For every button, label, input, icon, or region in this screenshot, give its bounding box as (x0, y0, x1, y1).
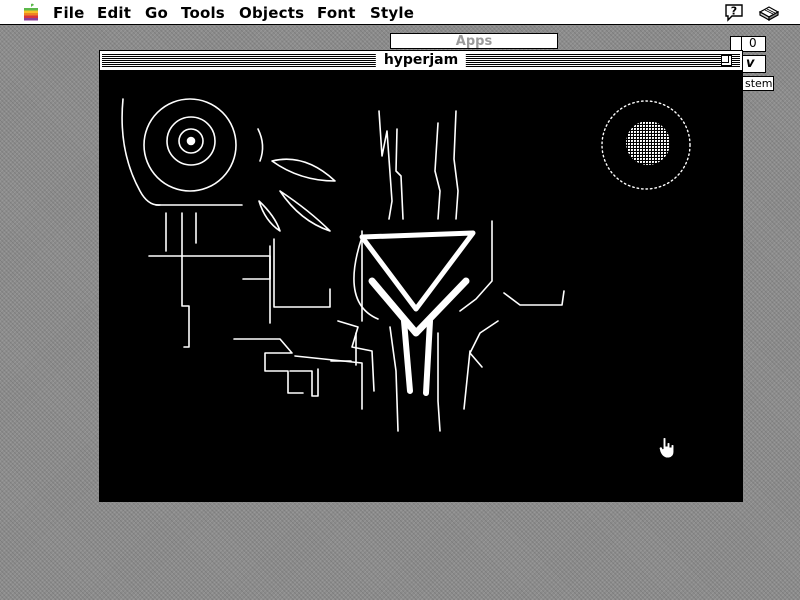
menu-file[interactable]: File (53, 4, 85, 22)
zoom-box-icon[interactable] (721, 55, 732, 66)
help-icon[interactable]: ? (724, 3, 744, 22)
background-box-value: 0 (749, 36, 757, 50)
hand-cursor-icon (658, 436, 675, 459)
window-title-bar[interactable]: hyperjam (100, 51, 742, 71)
background-window-apps[interactable]: Apps (390, 33, 558, 49)
menu-tools[interactable]: Tools (181, 4, 225, 22)
hypercard-stack-icon[interactable] (757, 3, 781, 22)
menu-edit[interactable]: Edit (97, 4, 131, 22)
apple-menu-icon[interactable] (22, 3, 40, 22)
central-totem-drawing (337, 110, 565, 432)
leaf-shapes-drawing (258, 158, 336, 232)
menu-objects[interactable]: Objects (239, 4, 304, 22)
background-window-apps-title: Apps (455, 34, 493, 49)
stippled-circle-drawing (601, 100, 691, 190)
hyperjam-window: hyperjam (99, 50, 743, 502)
checkmark-text: v (746, 56, 755, 71)
background-partial-label: stem (742, 76, 774, 91)
menu-bar: File Edit Go Tools Objects Font Style ? (0, 0, 800, 25)
concentric-circles-drawing (121, 98, 264, 206)
menu-go[interactable]: Go (145, 4, 168, 22)
svg-text:?: ? (731, 5, 737, 18)
window-title: hyperjam (375, 51, 467, 70)
menu-font[interactable]: Font (317, 4, 356, 22)
menu-style[interactable]: Style (370, 4, 414, 22)
drawing-canvas[interactable] (100, 71, 742, 501)
background-checkbox[interactable]: v (740, 55, 766, 73)
triangle-symbol-drawing (359, 230, 476, 396)
circuit-lines-left (148, 212, 363, 410)
